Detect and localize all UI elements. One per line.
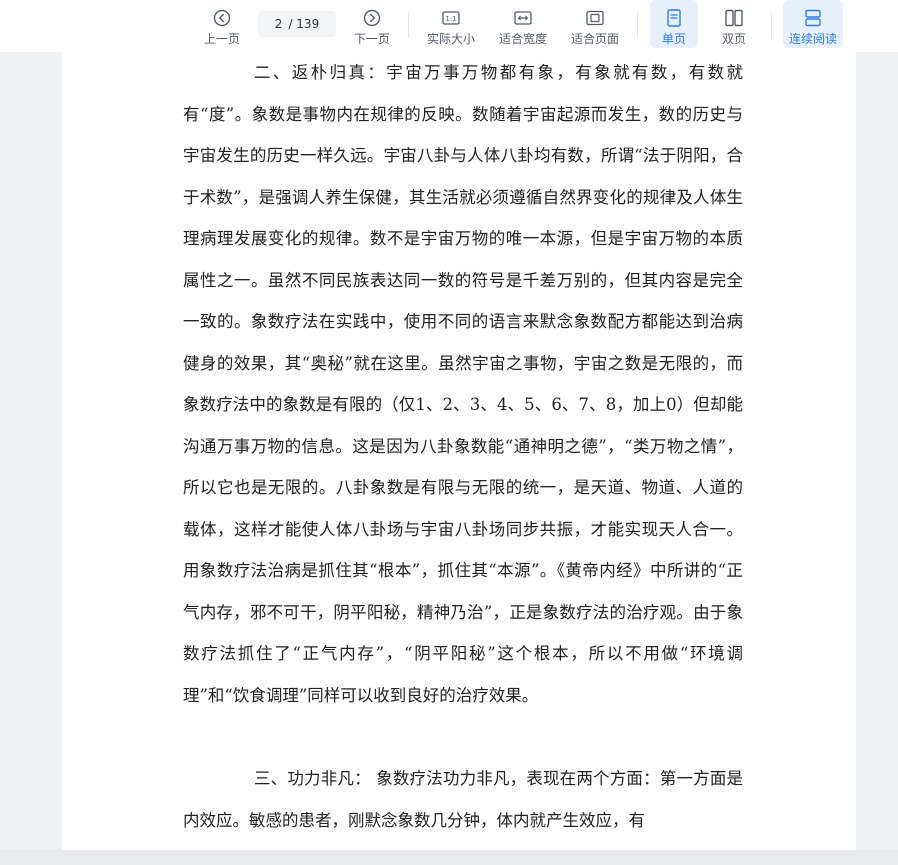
current-page: 2 (274, 17, 283, 31)
double-page-label: 双页 (721, 32, 746, 46)
continuous-reading-button[interactable]: 连续阅读 (783, 0, 843, 48)
actual-size-button[interactable]: 1:1 实际大小 (422, 0, 480, 48)
single-page-icon (664, 8, 684, 28)
next-page-button[interactable]: 下一页 (348, 0, 396, 48)
paragraph-body: 二、返朴归真：宇宙万事万物都有象，有象就有数，有数就有“度”。象数是事物内在规律… (183, 63, 743, 705)
fit-width-label: 适合宽度 (498, 32, 547, 46)
single-page-button[interactable]: 单页 (650, 0, 698, 48)
total-pages: / 139 (288, 17, 320, 31)
fit-width-button[interactable]: 适合宽度 (494, 0, 552, 48)
fit-page-icon (585, 8, 605, 28)
arrow-left-circle-icon (212, 8, 232, 28)
actual-size-icon: 1:1 (441, 8, 461, 28)
continuous-reading-label: 连续阅读 (788, 32, 837, 46)
document-page[interactable]: 二、返朴归真：宇宙万事万物都有象，有象就有数，有数就有“度”。象数是事物内在规律… (62, 52, 856, 850)
double-page-icon (724, 8, 744, 28)
prev-page-label: 上一页 (203, 32, 240, 46)
actual-size-label: 实际大小 (426, 32, 475, 46)
toolbar: 上一页 2 / 139 下一页 1:1 实际大小 适合宽度 适合页面 单页 双页… (0, 0, 898, 52)
prev-page-button[interactable]: 上一页 (198, 0, 246, 48)
fit-page-label: 适合页面 (570, 32, 619, 46)
svg-text:1:1: 1:1 (445, 15, 456, 23)
page-gap (0, 850, 898, 865)
double-page-button[interactable]: 双页 (710, 0, 758, 48)
arrow-right-circle-icon (362, 8, 382, 28)
continuous-reading-icon (803, 8, 823, 28)
page-number-input[interactable]: 2 / 139 (258, 11, 336, 37)
single-page-label: 单页 (661, 32, 686, 46)
toolbar-divider (637, 12, 638, 38)
toolbar-divider (771, 12, 772, 38)
next-page-label: 下一页 (353, 32, 390, 46)
fit-width-icon (513, 8, 533, 28)
toolbar-divider (408, 12, 409, 38)
paragraph-body: 三、功力非凡： 象数疗法功力非凡，表现在两个方面：第一方面是内效应。敏感的患者，… (183, 769, 743, 830)
fit-page-button[interactable]: 适合页面 (566, 0, 624, 48)
